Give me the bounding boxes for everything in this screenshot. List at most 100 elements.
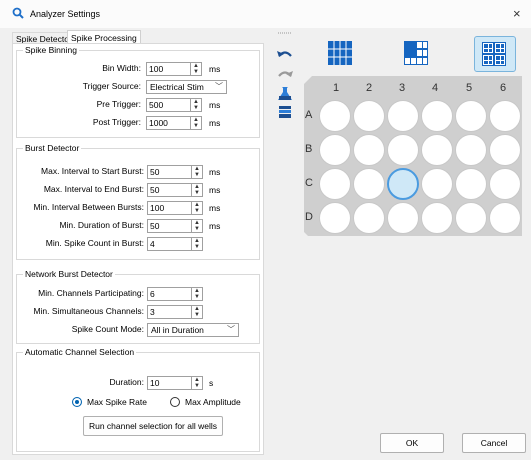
well-d3[interactable] xyxy=(387,202,419,234)
well-c3-selected[interactable] xyxy=(387,168,419,200)
well-d6[interactable] xyxy=(489,202,521,234)
well-a5[interactable] xyxy=(455,100,487,132)
max-spike-rate-radio[interactable] xyxy=(72,397,82,407)
max-interval-end-label: Max. Interval to End Burst: xyxy=(43,184,144,194)
run-channel-selection-button[interactable]: Run channel selection for all wells xyxy=(83,416,223,436)
min-simultaneous-field[interactable]: 3 ▲ ▼ xyxy=(147,305,203,319)
24-well-layout-icon xyxy=(404,41,428,65)
well-b1[interactable] xyxy=(319,134,351,166)
min-duration-field[interactable]: 50 ▲ ▼ xyxy=(147,219,203,233)
well-d5[interactable] xyxy=(455,202,487,234)
well-c6[interactable] xyxy=(489,168,521,200)
12-well-layout-icon xyxy=(328,41,352,65)
spike-count-mode-dropdown[interactable]: All in Duration ﹀ xyxy=(147,323,239,337)
spin-arrows-icon[interactable]: ▲ ▼ xyxy=(191,306,202,318)
min-simultaneous-value: 3 xyxy=(150,307,155,317)
ok-button[interactable]: OK xyxy=(380,433,444,453)
column-label-6: 6 xyxy=(500,82,507,94)
max-interval-start-value: 50 xyxy=(150,167,160,177)
max-interval-start-field[interactable]: 50 ▲ ▼ xyxy=(147,165,203,179)
min-interval-between-field[interactable]: 100 ▲ ▼ xyxy=(147,201,203,215)
well-b6[interactable] xyxy=(489,134,521,166)
trigger-source-dropdown[interactable]: Electrical Stim ﹀ xyxy=(146,80,227,94)
redo-icon[interactable] xyxy=(276,66,294,82)
min-channels-value: 6 xyxy=(150,289,155,299)
max-interval-start-label: Max. Interval to Start Burst: xyxy=(41,166,144,176)
well-b5[interactable] xyxy=(455,134,487,166)
well-a4[interactable] xyxy=(421,100,453,132)
cancel-button[interactable]: Cancel xyxy=(462,433,526,453)
well-b2[interactable] xyxy=(353,134,385,166)
automatic-channel-selection-group: Automatic Channel Selection Duration: 10… xyxy=(16,347,260,452)
trigger-source-value: Electrical Stim xyxy=(150,82,204,92)
post-trigger-unit: ms xyxy=(209,118,221,128)
duration-unit: s xyxy=(209,378,214,388)
chevron-down-icon: ﹀ xyxy=(215,82,223,91)
magnifier-app-icon xyxy=(12,7,24,19)
spin-arrows-icon[interactable]: ▲ ▼ xyxy=(190,99,201,111)
well-c4[interactable] xyxy=(421,168,453,200)
min-channels-label: Min. Channels Participating: xyxy=(38,288,144,298)
spin-arrows-icon[interactable]: ▲ ▼ xyxy=(191,220,202,232)
min-spike-count-value: 4 xyxy=(150,239,155,249)
spike-binning-title: Spike Binning xyxy=(23,45,79,55)
chevron-down-icon: ﹀ xyxy=(227,325,235,334)
well-a3[interactable] xyxy=(387,100,419,132)
24-well-layout-button[interactable] xyxy=(396,36,436,70)
row-label-d: D xyxy=(305,211,313,223)
max-amplitude-radio[interactable] xyxy=(170,397,180,407)
duration-field[interactable]: 10 ▲ ▼ xyxy=(147,376,203,390)
pre-trigger-label: Pre Trigger: xyxy=(96,99,141,109)
network-burst-detector-title: Network Burst Detector xyxy=(23,269,115,279)
min-interval-between-value: 100 xyxy=(150,203,165,213)
max-amplitude-label[interactable]: Max Amplitude xyxy=(185,397,241,407)
spin-arrows-icon[interactable]: ▲ ▼ xyxy=(190,117,201,129)
spin-arrows-icon[interactable]: ▲ ▼ xyxy=(191,238,202,250)
automatic-channel-selection-title: Automatic Channel Selection xyxy=(23,347,137,357)
spin-arrows-icon[interactable]: ▲ ▼ xyxy=(190,63,201,75)
min-simultaneous-label: Min. Simultaneous Channels: xyxy=(33,306,144,316)
well-a6[interactable] xyxy=(489,100,521,132)
min-spike-count-field[interactable]: 4 ▲ ▼ xyxy=(147,237,203,251)
layers-icon[interactable] xyxy=(276,104,294,120)
spin-arrows-icon[interactable]: ▲ ▼ xyxy=(191,184,202,196)
flask-icon[interactable] xyxy=(276,86,294,102)
well-a1[interactable] xyxy=(319,100,351,132)
column-label-4: 4 xyxy=(432,82,439,94)
spin-arrows-icon[interactable]: ▲ ▼ xyxy=(191,166,202,178)
spike-count-mode-label: Spike Count Mode: xyxy=(71,324,144,334)
max-interval-start-unit: ms xyxy=(209,167,221,177)
bin-width-field[interactable]: 100 ▲ ▼ xyxy=(146,62,202,76)
undo-icon[interactable] xyxy=(276,48,294,64)
row-label-a: A xyxy=(305,109,313,121)
min-duration-unit: ms xyxy=(209,221,221,231)
well-a2[interactable] xyxy=(353,100,385,132)
well-c1[interactable] xyxy=(319,168,351,200)
max-interval-end-unit: ms xyxy=(209,185,221,195)
close-icon[interactable]: × xyxy=(513,6,521,21)
trigger-source-label: Trigger Source: xyxy=(82,81,141,91)
well-c2[interactable] xyxy=(353,168,385,200)
well-b4[interactable] xyxy=(421,134,453,166)
max-interval-end-field[interactable]: 50 ▲ ▼ xyxy=(147,183,203,197)
spin-arrows-icon[interactable]: ▲ ▼ xyxy=(191,202,202,214)
12-well-layout-button[interactable] xyxy=(320,36,360,70)
spin-arrows-icon[interactable]: ▲ ▼ xyxy=(191,288,202,300)
well-c5[interactable] xyxy=(455,168,487,200)
row-label-b: B xyxy=(305,143,313,155)
48-well-layout-button[interactable] xyxy=(474,36,516,72)
post-trigger-value: 1000 xyxy=(149,118,168,128)
window-title: Analyzer Settings xyxy=(30,9,101,19)
min-channels-field[interactable]: 6 ▲ ▼ xyxy=(147,287,203,301)
well-d4[interactable] xyxy=(421,202,453,234)
well-d2[interactable] xyxy=(353,202,385,234)
post-trigger-field[interactable]: 1000 ▲ ▼ xyxy=(146,116,202,130)
pre-trigger-field[interactable]: 500 ▲ ▼ xyxy=(146,98,202,112)
pre-trigger-value: 500 xyxy=(149,100,164,110)
well-b3[interactable] xyxy=(387,134,419,166)
spin-arrows-icon[interactable]: ▲ ▼ xyxy=(191,377,202,389)
min-duration-value: 50 xyxy=(150,221,160,231)
max-spike-rate-label[interactable]: Max Spike Rate xyxy=(87,397,147,407)
well-d1[interactable] xyxy=(319,202,351,234)
row-label-c: C xyxy=(305,177,313,189)
